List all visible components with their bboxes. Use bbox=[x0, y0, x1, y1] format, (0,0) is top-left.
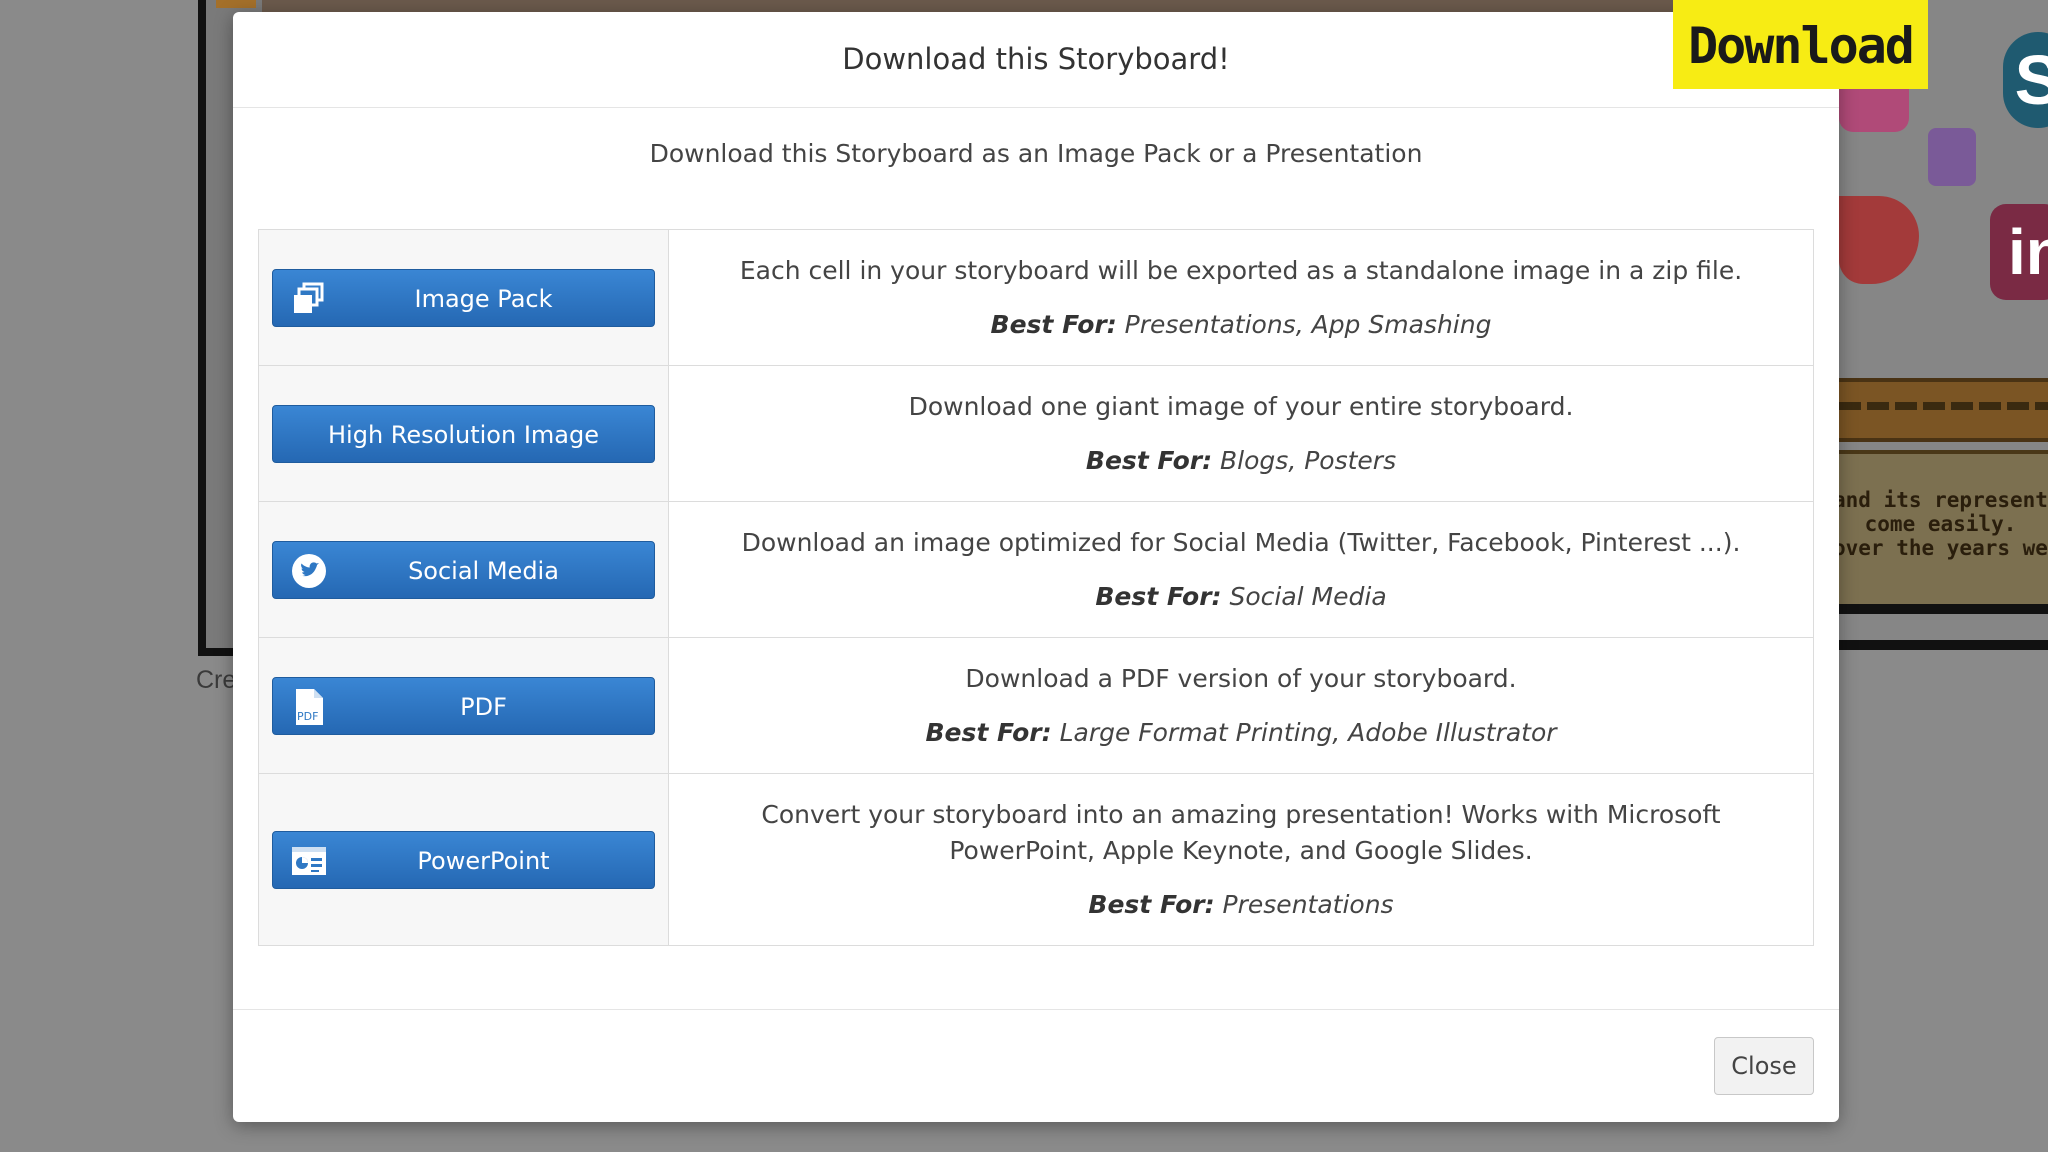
download-options-table: Image Pack Each cell in your storyboard … bbox=[258, 229, 1814, 946]
note-line: come easily. bbox=[1864, 512, 2017, 536]
option-best-for: Best For: Social Media bbox=[689, 579, 1793, 615]
option-best-for: Best For: Presentations, App Smashing bbox=[689, 307, 1793, 343]
download-banner: Download bbox=[1673, 0, 1928, 89]
background-linkedin-icon: in bbox=[1990, 204, 2048, 300]
powerpoint-button[interactable]: PowerPoint bbox=[272, 830, 655, 889]
option-description-cell: Download one giant image of your entire … bbox=[668, 365, 1814, 502]
option-description-cell: Each cell in your storyboard will be exp… bbox=[668, 229, 1814, 366]
best-for-label: Best For: bbox=[990, 309, 1117, 339]
option-row: Social Media Download an image optimized… bbox=[258, 501, 1814, 638]
twitter-icon bbox=[291, 553, 327, 588]
image-pack-icon bbox=[291, 282, 327, 316]
pdf-icon: PDF bbox=[291, 688, 327, 725]
pdf-button[interactable]: PDF PDF bbox=[272, 676, 655, 735]
powerpoint-icon bbox=[291, 844, 327, 878]
background-cre-text: Cre bbox=[196, 666, 237, 694]
note-line: and its representatio bbox=[1833, 488, 2048, 512]
download-modal: Download this Storyboard! Download this … bbox=[233, 12, 1839, 1122]
option-description: Download a PDF version of your storyboar… bbox=[965, 663, 1517, 693]
option-row: PDF PDF Download a PDF version of your s… bbox=[258, 637, 1814, 774]
close-button[interactable]: Close bbox=[1714, 1037, 1814, 1095]
option-description-cell: Download an image optimized for Social M… bbox=[668, 501, 1814, 638]
modal-header: Download this Storyboard! bbox=[233, 12, 1839, 108]
option-button-cell: Image Pack bbox=[258, 229, 669, 366]
option-description: Each cell in your storyboard will be exp… bbox=[739, 255, 1743, 285]
background-thumbs-up-icon bbox=[1928, 128, 1976, 186]
option-best-for: Best For: Blogs, Posters bbox=[689, 443, 1793, 479]
option-description-cell: Download a PDF version of your storyboar… bbox=[668, 637, 1814, 774]
background-rail bbox=[1839, 378, 2048, 442]
background-note-text: and its representatio come easily. over … bbox=[1833, 488, 2048, 560]
svg-text:PDF: PDF bbox=[297, 710, 318, 723]
best-for-label: Best For: bbox=[1085, 445, 1213, 475]
social-media-label: Social Media bbox=[408, 556, 559, 585]
option-button-cell: High Resolution Image bbox=[258, 365, 669, 502]
image-pack-button[interactable]: Image Pack bbox=[272, 268, 655, 327]
high-resolution-image-label: High Resolution Image bbox=[328, 420, 599, 449]
best-for-value: Presentations, App Smashing bbox=[1124, 309, 1492, 339]
modal-subtitle: Download this Storyboard as an Image Pac… bbox=[649, 139, 1423, 168]
modal-title: Download this Storyboard! bbox=[842, 42, 1230, 76]
background-bottom-border bbox=[1839, 640, 2048, 650]
pdf-label: PDF bbox=[460, 692, 507, 721]
best-for-value: Presentations bbox=[1222, 889, 1394, 919]
note-line: over the years were bbox=[1833, 536, 2048, 560]
best-for-value: Social Media bbox=[1229, 581, 1387, 611]
background-skype-icon: S bbox=[2003, 32, 2048, 128]
modal-footer: Close bbox=[233, 1009, 1839, 1122]
option-description-cell: Convert your storyboard into an amazing … bbox=[668, 773, 1814, 946]
best-for-value: Blogs, Posters bbox=[1220, 445, 1397, 475]
option-description: Download an image optimized for Social M… bbox=[741, 527, 1741, 557]
best-for-value: Large Format Printing, Adobe Illustrator bbox=[1059, 717, 1557, 747]
option-row: Image Pack Each cell in your storyboard … bbox=[258, 229, 1814, 366]
background-top-art bbox=[262, 0, 1782, 12]
option-button-cell: Social Media bbox=[258, 501, 669, 638]
option-description: Download one giant image of your entire … bbox=[908, 391, 1574, 421]
best-for-label: Best For: bbox=[1095, 581, 1222, 611]
option-row: High Resolution Image Download one giant… bbox=[258, 365, 1814, 502]
option-description: Convert your storyboard into an amazing … bbox=[761, 799, 1721, 865]
option-best-for: Best For: Presentations bbox=[689, 887, 1793, 923]
best-for-label: Best For: bbox=[1088, 889, 1215, 919]
option-button-cell: PowerPoint bbox=[258, 773, 669, 946]
image-pack-label: Image Pack bbox=[414, 284, 553, 313]
high-resolution-image-button[interactable]: High Resolution Image bbox=[272, 404, 655, 463]
best-for-label: Best For: bbox=[925, 717, 1052, 747]
option-row: PowerPoint Convert your storyboard into … bbox=[258, 773, 1814, 946]
social-media-button[interactable]: Social Media bbox=[272, 540, 655, 599]
option-best-for: Best For: Large Format Printing, Adobe I… bbox=[689, 715, 1793, 751]
powerpoint-label: PowerPoint bbox=[417, 846, 550, 875]
option-button-cell: PDF PDF bbox=[258, 637, 669, 774]
